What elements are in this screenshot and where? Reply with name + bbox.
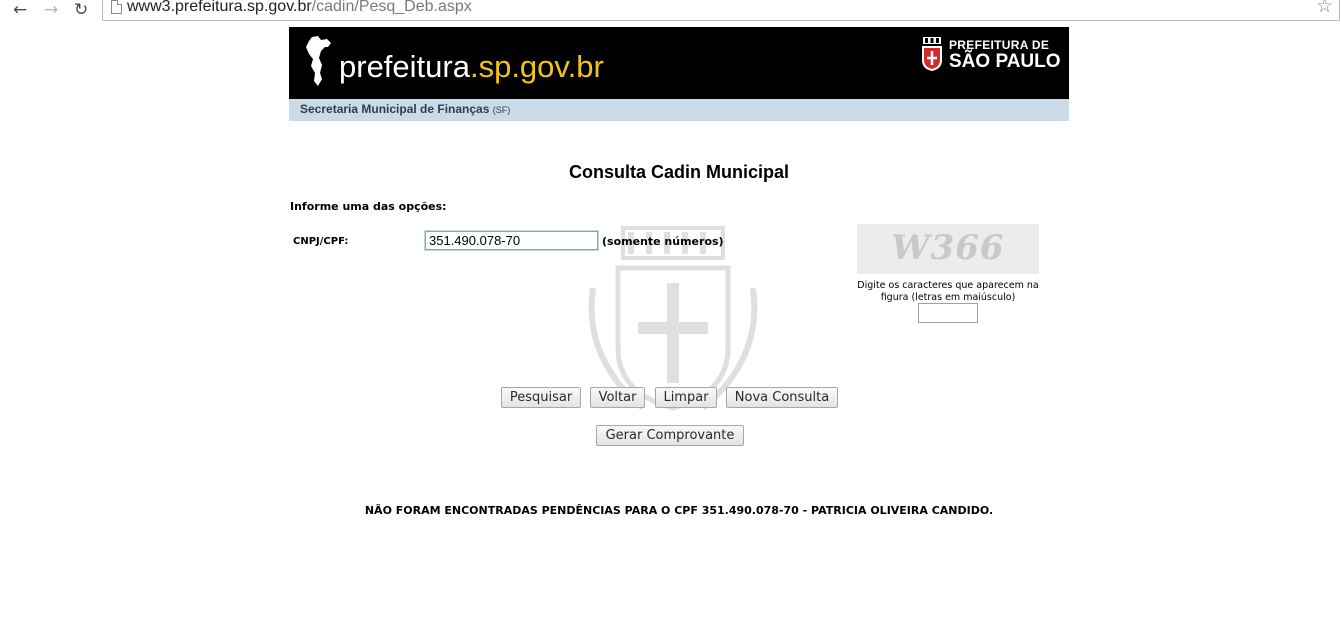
captcha-help-text: Digite os caracteres que aparecem na fig… [857,280,1039,303]
reload-icon[interactable]: ↻ [74,0,88,20]
page-icon [111,0,122,14]
result-message: NÃO FORAM ENCONTRADAS PENDÊNCIAS PARA O … [364,504,994,517]
brand-wordmark[interactable]: prefeitura.sp.gov.br [339,47,604,87]
forward-arrow-icon[interactable]: → [44,0,58,20]
city-name-line2: SÃO PAULO [949,51,1061,72]
city-name[interactable]: PREFEITURA DE SÃO PAULO [949,38,1061,72]
site-banner: prefeitura.sp.gov.br PREFEITURA DE SÃO P… [289,27,1069,99]
back-button[interactable]: Voltar [590,387,645,408]
department-abbr: (SF) [492,105,511,115]
city-name-line1: PREFEITURA DE [949,38,1050,52]
city-crest-icon [922,37,942,71]
address-bar[interactable]: www3.prefeitura.sp.gov.br/cadin/Pesq_Deb… [102,0,1340,21]
brand-domain: .sp.gov.br [469,49,604,84]
brand-name: prefeitura [339,49,470,84]
cnpj-cpf-label: CNPJ/CPF: [293,236,349,247]
captcha-image: W366 [857,224,1039,274]
department-name: Secretaria Municipal de Finanças (SF) [300,102,510,116]
back-arrow-icon[interactable]: ← [13,0,27,20]
generate-receipt-button[interactable]: Gerar Comprovante [596,425,744,446]
url-host: www3.prefeitura.sp.gov.br [127,0,312,15]
page-title: Consulta Cadin Municipal [568,162,789,182]
star-icon[interactable]: ☆ [1316,0,1333,16]
instruction-text: Informe uma das opções: [290,200,447,213]
department-label: Secretaria Municipal de Finanças [300,102,490,116]
url-text[interactable]: www3.prefeitura.sp.gov.br/cadin/Pesq_Deb… [127,0,472,18]
new-query-button[interactable]: Nova Consulta [726,387,838,408]
clear-button[interactable]: Limpar [655,387,717,408]
cnpj-cpf-input[interactable] [425,231,598,250]
department-bar: Secretaria Municipal de Finanças (SF) [289,99,1069,121]
url-path: /cadin/Pesq_Deb.aspx [311,0,472,15]
cnpj-hint: (somente números) [602,235,724,248]
search-button[interactable]: Pesquisar [501,387,581,408]
captcha-input[interactable] [918,303,978,323]
captcha-image-text: W366 [891,228,1005,268]
sao-paulo-map-icon [306,36,331,86]
browser-toolbar: ← → ↻ www3.prefeitura.sp.gov.br/cadin/Pe… [0,0,1341,22]
